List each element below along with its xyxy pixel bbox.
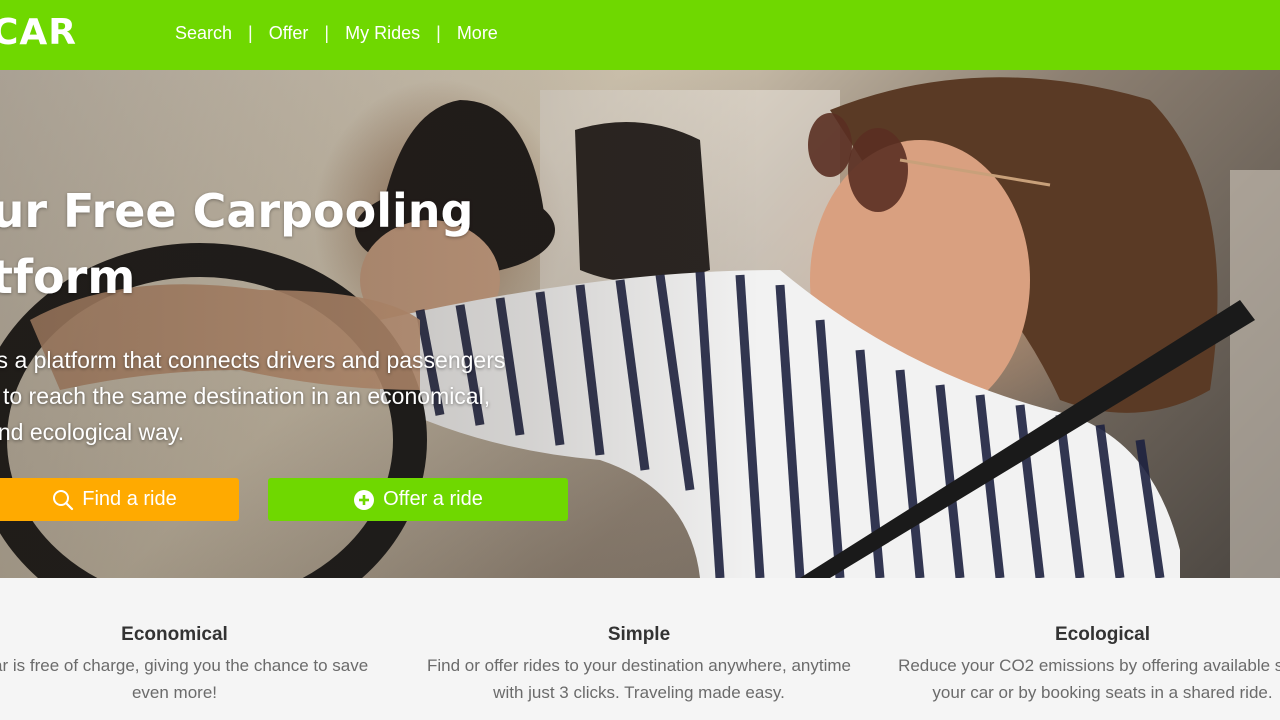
hero-title: our Free Carpooling atform [0, 178, 480, 310]
main-nav: Search | Offer | My Rides | More [175, 23, 498, 44]
feature-title: Ecological [1054, 624, 1151, 645]
nav-separator: | [248, 23, 253, 43]
features-section: Economical Car is free of charge, giving… [0, 578, 1280, 720]
offer-ride-label: Offer a ride [383, 488, 483, 510]
feature-description-line: Reduce your CO2 emissions by offering av… [898, 656, 1280, 675]
search-icon [52, 489, 74, 511]
feature-description: Car is free of charge, giving you the ch… [0, 652, 381, 706]
feature-description-line: Find or offer rides to your destination … [427, 656, 851, 675]
nav-item-more[interactable]: More [457, 23, 498, 44]
feature-title: Economical [121, 624, 228, 645]
hero-description: Car is a platform that connects drivers … [0, 342, 558, 450]
nav-item-my-rides[interactable]: My Rides [345, 23, 420, 44]
hero-title-line: atform [0, 250, 136, 304]
nav-item-search[interactable]: Search [175, 23, 232, 44]
site-logo[interactable]: CAR [0, 12, 77, 53]
feature-description-line: even more! [131, 683, 218, 702]
feature-ecological: Ecological Reduce your CO2 emissions by … [870, 624, 1280, 706]
find-ride-button[interactable]: Find a ride [0, 478, 239, 521]
feature-title: Simple [607, 624, 671, 645]
feature-simple: Simple Find or offer rides to your desti… [414, 624, 864, 706]
nav-item-offer[interactable]: Offer [269, 23, 309, 44]
find-ride-label: Find a ride [82, 488, 177, 510]
top-navbar: CAR Search | Offer | My Rides | More [0, 0, 1280, 70]
hero-section: our Free Carpooling atform Car is a plat… [0, 70, 1280, 578]
hero-description-line: ble and ecological way. [0, 419, 185, 445]
nav-separator: | [436, 23, 441, 43]
feature-description-line: your car or by booking seats in a shared… [932, 683, 1273, 702]
feature-description: Reduce your CO2 emissions by offering av… [870, 652, 1280, 706]
offer-ride-button[interactable]: Offer a ride [268, 478, 568, 521]
feature-description-line: Car is free of charge, giving you the ch… [0, 656, 369, 675]
plus-circle-icon [353, 489, 375, 511]
feature-description-line: with just 3 clicks. Traveling made easy. [493, 683, 785, 702]
feature-economical: Economical Car is free of charge, giving… [0, 624, 381, 706]
nav-separator: | [324, 23, 330, 43]
hero-description-line: want to reach the same destination in an… [0, 383, 491, 409]
hero-title-line: our Free Carpooling [0, 184, 474, 238]
hero-description-line: Car is a platform that connects drivers … [0, 347, 506, 373]
feature-description: Find or offer rides to your destination … [414, 652, 864, 706]
